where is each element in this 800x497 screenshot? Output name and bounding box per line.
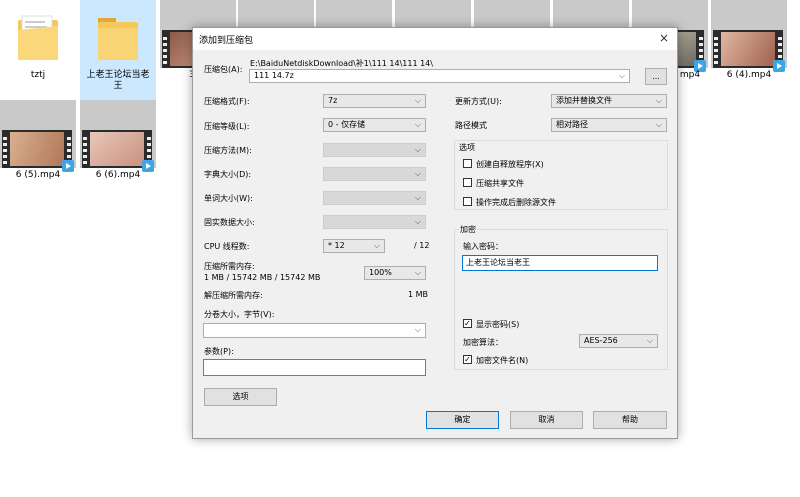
encryption-method-label: 加密算法： [463, 338, 503, 347]
dialog-title: 添加到压缩包 [199, 36, 254, 46]
params-label: 参数(P): [204, 347, 234, 356]
folder-icon [98, 18, 138, 60]
chevron-down-icon: ⌵ [414, 169, 421, 178]
solid-select[interactable]: ⌵ [323, 215, 426, 229]
mem-comp-label: 压缩所需内存: [204, 262, 255, 271]
cancel-button[interactable]: 取消 [510, 411, 583, 429]
encrypt-names-label: 加密文件名(N) [476, 356, 529, 365]
encryption-method-select[interactable]: AES-256 ⌵ [579, 334, 658, 348]
mem-decomp-label: 解压缩所需内存: [204, 291, 263, 300]
dialog-titlebar: 添加到压缩包 × [193, 28, 677, 50]
mem-comp-detail: 1 MB / 15742 MB / 15742 MB [204, 273, 321, 282]
chevron-down-icon: ⌵ [414, 217, 421, 226]
format-value: 7z [328, 96, 338, 105]
file-tile-laowang[interactable]: 上老王论坛当老王 [80, 0, 156, 100]
options-button[interactable]: 选项 [204, 388, 277, 406]
word-select[interactable]: ⌵ [323, 191, 426, 205]
password-input[interactable]: 上老王论坛当老王 [462, 255, 658, 271]
file-tile-video[interactable]: 6 (4).mp4 [711, 0, 787, 90]
level-label: 压缩等级(L): [204, 122, 250, 131]
word-label: 单词大小(W): [204, 194, 253, 203]
dict-select[interactable]: ⌵ [323, 167, 426, 181]
encryption-method-value: AES-256 [584, 336, 618, 345]
file-name: 6 (6).mp4 [95, 170, 141, 180]
pathmode-value: 相对路径 [556, 120, 588, 129]
cpu-value: * 12 [328, 241, 345, 250]
video-icon [2, 130, 74, 172]
chevron-down-icon: ⌵ [414, 325, 421, 334]
file-name: 6 (4).mp4 [726, 70, 772, 80]
update-value: 添加并替换文件 [556, 96, 612, 105]
file-name: 6 (5).mp4 [15, 170, 61, 180]
chevron-down-icon: ⌵ [414, 96, 421, 105]
chevron-down-icon: ⌵ [414, 145, 421, 154]
dict-label: 字典大小(D): [204, 170, 252, 179]
browse-button[interactable]: ... [645, 68, 667, 85]
params-input[interactable] [203, 359, 426, 376]
chevron-down-icon: ⌵ [414, 120, 421, 129]
cpu-max: / 12 [414, 241, 430, 250]
archive-name-combo[interactable]: 111 14.7z ⌵ [249, 69, 630, 83]
folder-icon [18, 15, 58, 60]
cpu-label: CPU 线程数: [204, 242, 250, 251]
cpu-select[interactable]: * 12 ⌵ [323, 239, 385, 253]
encrypt-names-checkbox[interactable]: ✓ [463, 355, 472, 364]
archive-label: 压缩包(A): [204, 65, 243, 74]
method-label: 压缩方法(M): [204, 146, 252, 155]
chevron-down-icon: ⌵ [655, 96, 662, 105]
mem-usage-value: 100% [369, 268, 392, 277]
add-to-archive-dialog: 添加到压缩包 × 压缩包(A): E:\BaiduNetdiskDownload… [192, 27, 678, 439]
video-icon [82, 130, 154, 172]
video-icon [713, 30, 785, 72]
split-label: 分卷大小，字节(V): [204, 310, 275, 319]
format-select[interactable]: 7z ⌵ [323, 94, 426, 108]
method-select[interactable]: ⌵ [323, 143, 426, 157]
delete-label: 操作完成后删除源文件 [476, 198, 556, 207]
file-tile-tztj[interactable]: tztj [0, 0, 76, 90]
mem-decomp-value: 1 MB [408, 290, 429, 299]
show-password-label: 显示密码(S) [476, 320, 520, 329]
format-label: 压缩格式(F): [204, 97, 250, 106]
chevron-down-icon: ⌵ [414, 268, 421, 277]
encryption-group-title: 加密 [459, 224, 477, 235]
solid-label: 固实数据大小: [204, 218, 255, 227]
update-select[interactable]: 添加并替换文件 ⌵ [551, 94, 667, 108]
archive-name-value: 111 14.7z [254, 71, 294, 80]
close-icon[interactable]: × [659, 31, 669, 45]
mem-usage-select[interactable]: 100% ⌵ [364, 266, 426, 280]
delete-checkbox[interactable] [463, 197, 472, 206]
chevron-down-icon: ⌵ [618, 71, 625, 80]
sfx-checkbox[interactable] [463, 159, 472, 168]
file-name: 上老王论坛当老王 [86, 70, 150, 91]
pathmode-select[interactable]: 相对路径 ⌵ [551, 118, 667, 132]
show-password-checkbox[interactable]: ✓ [463, 319, 472, 328]
sfx-label: 创建自释放程序(X) [476, 160, 544, 169]
chevron-down-icon: ⌵ [373, 241, 380, 250]
update-label: 更新方式(U): [455, 97, 502, 106]
chevron-down-icon: ⌵ [655, 120, 662, 129]
level-value: 0 - 仅存储 [328, 120, 366, 129]
file-tile-video[interactable]: 6 (5).mp4 [0, 100, 76, 188]
password-label: 输入密码： [463, 242, 503, 251]
shared-label: 压缩共享文件 [476, 179, 524, 188]
split-combo[interactable]: ⌵ [203, 323, 426, 338]
file-name: tztj [30, 70, 46, 80]
ok-button[interactable]: 确定 [426, 411, 499, 429]
pathmode-label: 路径模式 [455, 121, 487, 130]
archive-path: E:\BaiduNetdiskDownload\补1\111 14\111 14… [250, 59, 433, 68]
options-group-title: 选项 [459, 143, 475, 152]
chevron-down-icon: ⌵ [646, 336, 653, 345]
file-tile-video[interactable]: 6 (6).mp4 [80, 100, 156, 188]
level-select[interactable]: 0 - 仅存储 ⌵ [323, 118, 426, 132]
shared-checkbox[interactable] [463, 178, 472, 187]
chevron-down-icon: ⌵ [414, 193, 421, 202]
help-button[interactable]: 帮助 [593, 411, 667, 429]
